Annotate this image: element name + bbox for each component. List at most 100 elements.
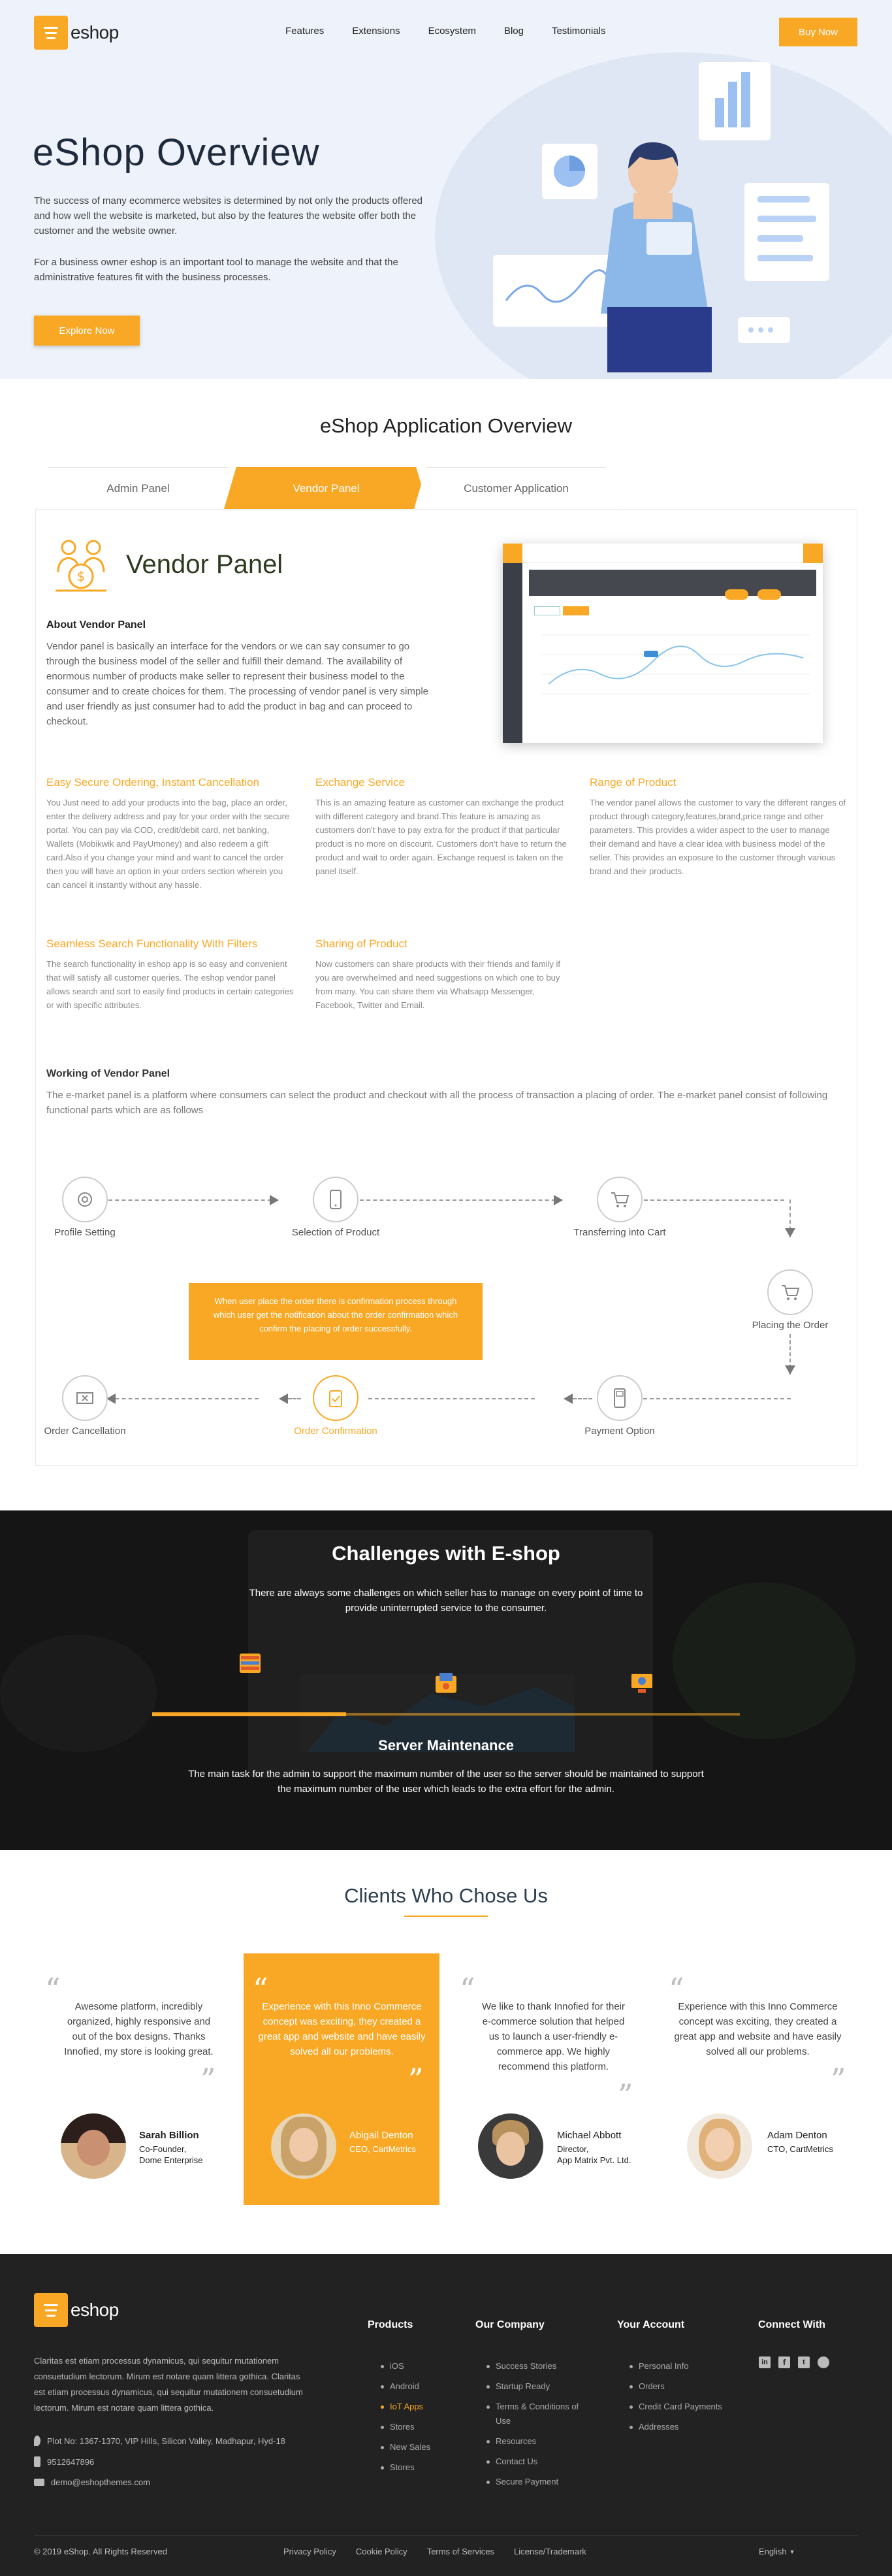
footer-link[interactable]: Stores [381, 2417, 430, 2437]
cart-logo-icon [34, 2293, 68, 2327]
payment-box-icon[interactable] [433, 1671, 459, 1697]
feature-secure-ordering: Easy Secure Ordering, Instant Cancellati… [46, 776, 295, 892]
payment-terminal-icon [614, 1388, 626, 1408]
challenges-subtitle: There are always some challenges on whic… [249, 1588, 643, 1614]
brand-logo[interactable]: eshop [34, 16, 119, 50]
tab-vendor-panel[interactable]: Vendor Panel [224, 467, 428, 509]
feature-text: The vendor panel allows the customer to … [590, 798, 846, 876]
phone-icon [34, 2456, 40, 2467]
feature-title: Easy Secure Ordering, Instant Cancellati… [46, 776, 260, 789]
nav-testimonials[interactable]: Testimonials [552, 25, 606, 37]
footer-link[interactable]: Success Stories [486, 2356, 591, 2376]
client-name: Adam Denton [767, 2130, 827, 2141]
testimonial-text: Experience with this Inno Commerce conce… [674, 2001, 842, 2057]
footer-phone: 9512647896 [34, 2456, 94, 2467]
arrow-right-icon [554, 1195, 563, 1205]
quote-open-icon: “ [45, 1972, 61, 2007]
nav-features[interactable]: Features [285, 25, 324, 37]
hero-title: eShop Overview [33, 131, 320, 174]
clipboard-check-icon [329, 1390, 342, 1407]
footer-link[interactable]: New Sales [381, 2437, 430, 2457]
facebook-icon[interactable]: f [778, 2356, 790, 2368]
quote-close-icon: ” [831, 2062, 846, 2097]
cart-icon [611, 1192, 629, 1207]
privacy-policy-link[interactable]: Privacy Policy [283, 2547, 336, 2556]
footer-link[interactable]: Contact Us [486, 2451, 591, 2471]
client-role: CEO, CartMetrics [349, 2144, 416, 2154]
explore-now-button[interactable]: Explore Now [34, 316, 140, 346]
footer-link[interactable]: iOS [381, 2356, 430, 2376]
footer-link[interactable]: Resources [486, 2431, 591, 2451]
footer-link[interactable]: Personal Info [629, 2356, 722, 2376]
footer-link[interactable]: Startup Ready [486, 2376, 591, 2396]
quote-close-icon: ” [200, 2062, 216, 2097]
step-label: Order Confirmation [294, 1426, 377, 1437]
footer-link-active[interactable]: IoT Apps [381, 2396, 430, 2417]
footer-account-heading: Your Account [617, 2319, 685, 2330]
testimonial-card-highlighted: “ Experience with this Inno Commerce con… [244, 1953, 439, 2205]
twitter-icon[interactable]: t [798, 2356, 810, 2368]
footer-logo[interactable]: eshop [34, 2293, 119, 2327]
arrow-right-icon [270, 1195, 279, 1205]
arrow-down-icon [785, 1365, 795, 1375]
nav-extensions[interactable]: Extensions [352, 25, 400, 37]
brand-name: eshop [71, 22, 119, 42]
challenge-item-title: Server Maintenance [378, 1737, 514, 1753]
footer-about: Claritas est etiam processus dynamicus, … [34, 2356, 303, 2413]
main-nav: Features Extensions Ecosystem Blog Testi… [285, 25, 606, 37]
footer-company-list: Success Stories Startup Ready Terms & Co… [486, 2356, 591, 2492]
about-vendor-text: Vendor panel is basically an interface f… [46, 641, 429, 727]
language-selector[interactable]: English ▼ [759, 2547, 795, 2556]
client-name: Michael Abbott [557, 2130, 622, 2141]
monitor-gear-icon[interactable] [629, 1671, 655, 1697]
cookie-policy-link[interactable]: Cookie Policy [356, 2547, 407, 2556]
challenges-progress [152, 1712, 346, 1716]
tab-admin-panel[interactable]: Admin Panel [36, 467, 240, 509]
linkedin-icon[interactable]: in [759, 2356, 771, 2368]
nav-ecosystem[interactable]: Ecosystem [428, 25, 476, 37]
client-role: CTO, CartMetrics [767, 2144, 833, 2154]
step-payment-option [597, 1375, 643, 1421]
smartphone-icon [330, 1190, 342, 1209]
feature-title: Range of Product [590, 776, 677, 789]
footer-link[interactable]: Stores [381, 2457, 430, 2477]
github-icon[interactable] [818, 2356, 829, 2368]
clients-title: Clients Who Chose Us [344, 1884, 548, 1907]
license-trademark-link[interactable]: License/Trademark [514, 2547, 586, 2556]
about-vendor-heading: About Vendor Panel [46, 619, 146, 630]
quote-open-icon: “ [460, 1972, 475, 2007]
footer-link[interactable]: Secure Payment [486, 2471, 591, 2492]
vendor-people-icon: $ [56, 540, 106, 592]
footer-link[interactable]: Credit Card Payments [629, 2396, 722, 2417]
feature-title: Sharing of Product [315, 937, 407, 950]
footer-link[interactable]: Android [381, 2376, 430, 2396]
quote-close-icon: ” [408, 2062, 424, 2097]
client-role: Director, App Matrix Pvt. Ltd. [557, 2144, 631, 2165]
arrow-left-icon [106, 1394, 116, 1404]
footer-connect-heading: Connect With [758, 2319, 825, 2330]
footer-email[interactable]: demo@eshopthemes.com [34, 2477, 150, 2487]
terms-of-services-link[interactable]: Terms of Services [427, 2547, 494, 2556]
footer-link[interactable]: Orders [629, 2376, 722, 2396]
feature-title: Seamless Search Functionality With Filte… [46, 937, 258, 950]
tab-customer-application[interactable]: Customer Application [414, 467, 618, 509]
working-heading: Working of Vendor Panel [46, 1068, 170, 1079]
footer-link[interactable]: Terms & Conditions of Use [486, 2396, 591, 2431]
footer-link[interactable]: Addresses [629, 2417, 722, 2437]
challenges-section: Challenges with E-shop There are always … [0, 1510, 892, 1850]
order-confirmation-callout: When user place the order there is confi… [189, 1283, 483, 1360]
overview-title: eShop Application Overview [319, 414, 572, 437]
buy-now-button[interactable]: Buy Now [779, 18, 857, 46]
challenges-title: Challenges with E-shop [332, 1542, 560, 1565]
hero-paragraph-2: For a business owner eshop is an importa… [34, 257, 398, 283]
client-name: Abigail Denton [349, 2130, 413, 2141]
server-icon[interactable] [237, 1651, 263, 1677]
copyright: © 2019 eShop. All Rights Reserved [34, 2547, 167, 2556]
footer-account-list: Personal Info Orders Credit Card Payment… [629, 2356, 722, 2437]
testimonial-card: “ Experience with this Inno Commerce con… [660, 1953, 855, 2205]
nav-blog[interactable]: Blog [504, 25, 524, 37]
footer-legal-links: Privacy Policy Cookie Policy Terms of Se… [283, 2547, 586, 2556]
clients-title-underline [404, 1916, 488, 1917]
step-order-cancellation [62, 1375, 108, 1421]
testimonial-card: “ Awesome platform, incredibly organized… [36, 1953, 232, 2205]
